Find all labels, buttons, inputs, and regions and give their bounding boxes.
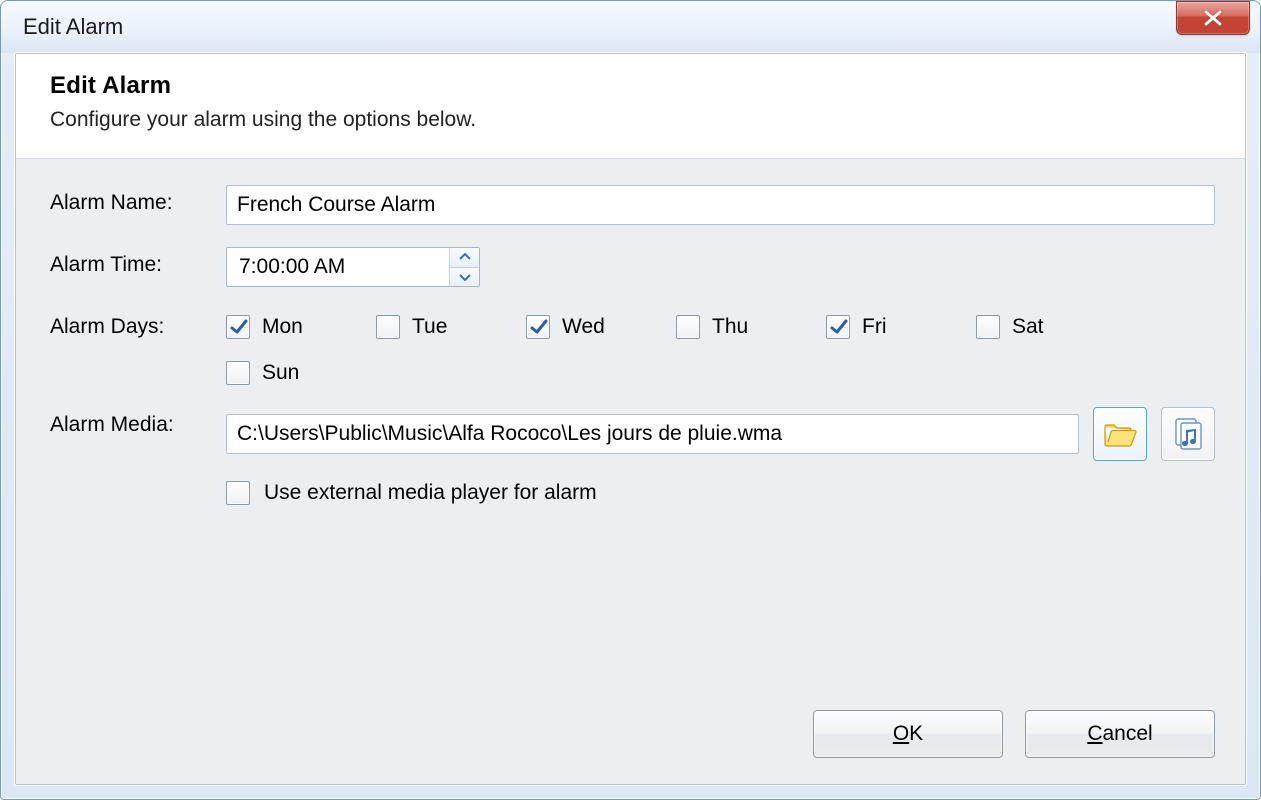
alarm-time-control (226, 247, 480, 287)
media-file-button[interactable] (1161, 407, 1215, 461)
alarm-media-input[interactable] (226, 414, 1079, 454)
form-area: Alarm Name: Alarm Time: (16, 159, 1245, 537)
alarm-name-input[interactable] (226, 185, 1215, 225)
chevron-up-icon (459, 253, 471, 261)
browse-media-button[interactable] (1093, 407, 1147, 461)
folder-open-icon (1103, 420, 1137, 448)
window-title: Edit Alarm (23, 14, 1176, 40)
media-controls (226, 407, 1215, 461)
day-tue[interactable]: Tue (376, 315, 506, 339)
day-sun-checkbox[interactable] (226, 361, 250, 385)
label-alarm-media: Alarm Media: (50, 407, 226, 437)
external-player-checkbox[interactable] (226, 481, 250, 505)
music-file-icon (1172, 417, 1204, 451)
day-tue-checkbox[interactable] (376, 315, 400, 339)
alarm-time-input[interactable] (227, 248, 449, 286)
day-wed[interactable]: Wed (526, 315, 656, 339)
dialog-subheading: Configure your alarm using the options b… (50, 108, 1215, 132)
day-fri-checkbox[interactable] (826, 315, 850, 339)
label-alarm-time: Alarm Time: (50, 247, 226, 277)
dialog-heading: Edit Alarm (50, 72, 1215, 100)
day-sat[interactable]: Sat (976, 315, 1106, 339)
day-thu-checkbox[interactable] (676, 315, 700, 339)
row-alarm-media: Alarm Media: (50, 407, 1215, 505)
cancel-button[interactable]: Cancel (1025, 710, 1215, 758)
day-thu-label: Thu (712, 315, 748, 339)
day-tue-label: Tue (412, 315, 447, 339)
day-sun-label: Sun (262, 361, 299, 385)
row-alarm-days: Alarm Days: Mon Tue Wed Thu Fri Sat Sun (50, 309, 1215, 385)
day-sun[interactable]: Sun (226, 361, 356, 385)
dialog-header: Edit Alarm Configure your alarm using th… (16, 54, 1245, 159)
day-thu[interactable]: Thu (676, 315, 806, 339)
dialog-window: Edit Alarm Edit Alarm Configure your ala… (0, 0, 1261, 800)
day-sat-label: Sat (1012, 315, 1044, 339)
time-spin-down[interactable] (450, 267, 479, 287)
day-mon[interactable]: Mon (226, 315, 356, 339)
client-area: Edit Alarm Configure your alarm using th… (15, 53, 1246, 785)
time-spinner (449, 248, 479, 286)
day-mon-label: Mon (262, 315, 303, 339)
row-alarm-name: Alarm Name: (50, 185, 1215, 225)
label-alarm-days: Alarm Days: (50, 309, 226, 339)
close-icon (1201, 10, 1225, 26)
external-player-label: Use external media player for alarm (264, 481, 597, 505)
row-alarm-time: Alarm Time: (50, 247, 1215, 287)
ok-button[interactable]: OK (813, 710, 1003, 758)
time-spin-up[interactable] (450, 248, 479, 267)
day-mon-checkbox[interactable] (226, 315, 250, 339)
close-button[interactable] (1176, 1, 1250, 35)
label-alarm-name: Alarm Name: (50, 185, 226, 215)
days-grid: Mon Tue Wed Thu Fri Sat Sun (226, 309, 1215, 385)
day-wed-checkbox[interactable] (526, 315, 550, 339)
day-sat-checkbox[interactable] (976, 315, 1000, 339)
external-player-row: Use external media player for alarm (226, 481, 1215, 505)
title-bar: Edit Alarm (1, 1, 1260, 53)
day-fri-label: Fri (862, 315, 887, 339)
chevron-down-icon (459, 273, 471, 281)
day-fri[interactable]: Fri (826, 315, 956, 339)
day-wed-label: Wed (562, 315, 605, 339)
dialog-button-bar: OK Cancel (813, 710, 1215, 758)
